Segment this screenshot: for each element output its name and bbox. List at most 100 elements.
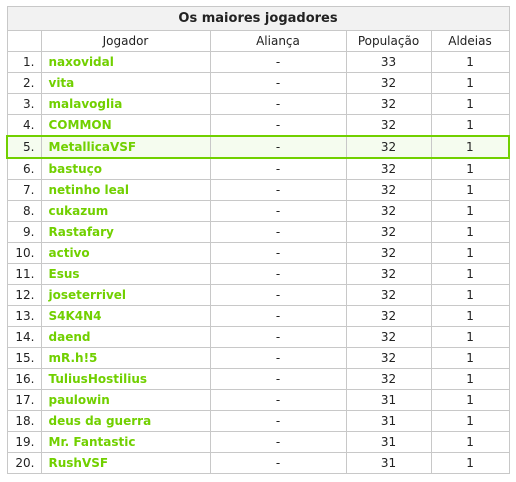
rank-cell: 18. <box>6 410 42 432</box>
population-cell: 32 <box>345 263 432 285</box>
player-cell: MetallicaVSF <box>40 135 211 159</box>
column-header-row: Jogador Aliança População Aldeias <box>6 30 510 52</box>
villages-column-header: Aldeias <box>430 30 510 52</box>
villages-cell: 1 <box>430 114 510 137</box>
alliance-cell: - <box>209 263 347 285</box>
population-cell: 31 <box>345 431 432 453</box>
alliance-cell: - <box>209 389 347 411</box>
player-link[interactable]: activo <box>49 246 90 260</box>
player-link[interactable]: mR.h!5 <box>49 351 98 365</box>
player-link[interactable]: paulowin <box>49 393 110 407</box>
player-cell: Mr. Fantastic <box>40 431 211 453</box>
player-cell: paulowin <box>40 389 211 411</box>
rank-cell: 6. <box>6 157 42 180</box>
population-cell: 32 <box>345 284 432 306</box>
population-cell: 32 <box>345 221 432 243</box>
player-link[interactable]: malavoglia <box>49 97 123 111</box>
player-link[interactable]: daend <box>49 330 91 344</box>
alliance-cell: - <box>209 157 347 180</box>
alliance-cell: - <box>209 368 347 390</box>
player-link[interactable]: Esus <box>49 267 80 281</box>
alliance-cell: - <box>209 135 347 159</box>
ranking-table: Os maiores jogadores Jogador Aliança Pop… <box>6 6 511 474</box>
villages-cell: 1 <box>430 410 510 432</box>
population-cell: 32 <box>345 347 432 369</box>
villages-cell: 1 <box>430 263 510 285</box>
villages-cell: 1 <box>430 326 510 348</box>
rank-cell: 9. <box>6 221 42 243</box>
population-cell: 32 <box>345 305 432 327</box>
ranking-panel: Os maiores jogadores Jogador Aliança Pop… <box>6 6 511 474</box>
villages-cell: 1 <box>430 389 510 411</box>
table-row: 4. COMMON -32 1 <box>6 114 510 137</box>
rank-cell: 16. <box>6 368 42 390</box>
player-cell: RushVSF <box>40 452 211 474</box>
population-cell: 32 <box>345 179 432 201</box>
population-cell: 32 <box>345 368 432 390</box>
alliance-cell: - <box>209 326 347 348</box>
table-row: 6. bastuço -32 1 <box>6 157 510 180</box>
player-cell: daend <box>40 326 211 348</box>
player-cell: COMMON <box>40 114 211 137</box>
population-cell: 32 <box>345 242 432 264</box>
player-link[interactable]: COMMON <box>49 118 112 132</box>
villages-cell: 1 <box>430 93 510 115</box>
alliance-column-header: Aliança <box>209 30 347 52</box>
villages-cell: 1 <box>430 51 510 73</box>
player-link[interactable]: cukazum <box>49 204 109 218</box>
villages-cell: 1 <box>430 347 510 369</box>
table-row: 15. mR.h!5 -32 1 <box>6 347 510 369</box>
table-row: 14. daend -32 1 <box>6 326 510 348</box>
population-cell: 33 <box>345 51 432 73</box>
villages-cell: 1 <box>430 72 510 94</box>
table-row: 13. S4K4N4 -32 1 <box>6 305 510 327</box>
player-link[interactable]: RushVSF <box>49 456 109 470</box>
rank-cell: 13. <box>6 305 42 327</box>
rank-column-header <box>6 30 42 52</box>
population-cell: 32 <box>345 200 432 222</box>
villages-cell: 1 <box>430 305 510 327</box>
table-row: 19. Mr. Fantastic -31 1 <box>6 431 510 453</box>
rank-cell: 15. <box>6 347 42 369</box>
population-cell: 32 <box>345 326 432 348</box>
table-row: 8. cukazum -32 1 <box>6 200 510 222</box>
rank-cell: 10. <box>6 242 42 264</box>
villages-cell: 1 <box>430 368 510 390</box>
player-cell: mR.h!5 <box>40 347 211 369</box>
player-cell: netinho leal <box>40 179 211 201</box>
player-link[interactable]: vita <box>49 76 75 90</box>
table-row: 10. activo -32 1 <box>6 242 510 264</box>
rank-cell: 14. <box>6 326 42 348</box>
player-cell: malavoglia <box>40 93 211 115</box>
table-row: 20. RushVSF -31 1 <box>6 452 510 474</box>
table-row: 12. joseterrivel -32 1 <box>6 284 510 306</box>
population-cell: 31 <box>345 452 432 474</box>
alliance-cell: - <box>209 452 347 474</box>
player-cell: cukazum <box>40 200 211 222</box>
rank-cell: 19. <box>6 431 42 453</box>
table-row: 11. Esus -32 1 <box>6 263 510 285</box>
population-cell: 32 <box>345 72 432 94</box>
player-link[interactable]: MetallicaVSF <box>49 140 137 154</box>
player-link[interactable]: Mr. Fantastic <box>49 435 136 449</box>
villages-cell: 1 <box>430 200 510 222</box>
table-title-row: Os maiores jogadores <box>6 6 510 31</box>
player-link[interactable]: naxovidal <box>49 55 114 69</box>
population-cell: 32 <box>345 157 432 180</box>
rank-cell: 4. <box>6 114 42 137</box>
villages-cell: 1 <box>430 431 510 453</box>
player-link[interactable]: deus da guerra <box>49 414 152 428</box>
player-link[interactable]: netinho leal <box>49 183 130 197</box>
player-cell: TuliusHostilius <box>40 368 211 390</box>
player-link[interactable]: TuliusHostilius <box>49 372 148 386</box>
player-link[interactable]: Rastafary <box>49 225 114 239</box>
alliance-cell: - <box>209 410 347 432</box>
player-link[interactable]: S4K4N4 <box>49 309 102 323</box>
player-link[interactable]: joseterrivel <box>49 288 127 302</box>
villages-cell: 1 <box>430 179 510 201</box>
player-cell: S4K4N4 <box>40 305 211 327</box>
alliance-cell: - <box>209 200 347 222</box>
population-cell: 32 <box>345 93 432 115</box>
rank-cell: 7. <box>6 179 42 201</box>
player-link[interactable]: bastuço <box>49 162 102 176</box>
